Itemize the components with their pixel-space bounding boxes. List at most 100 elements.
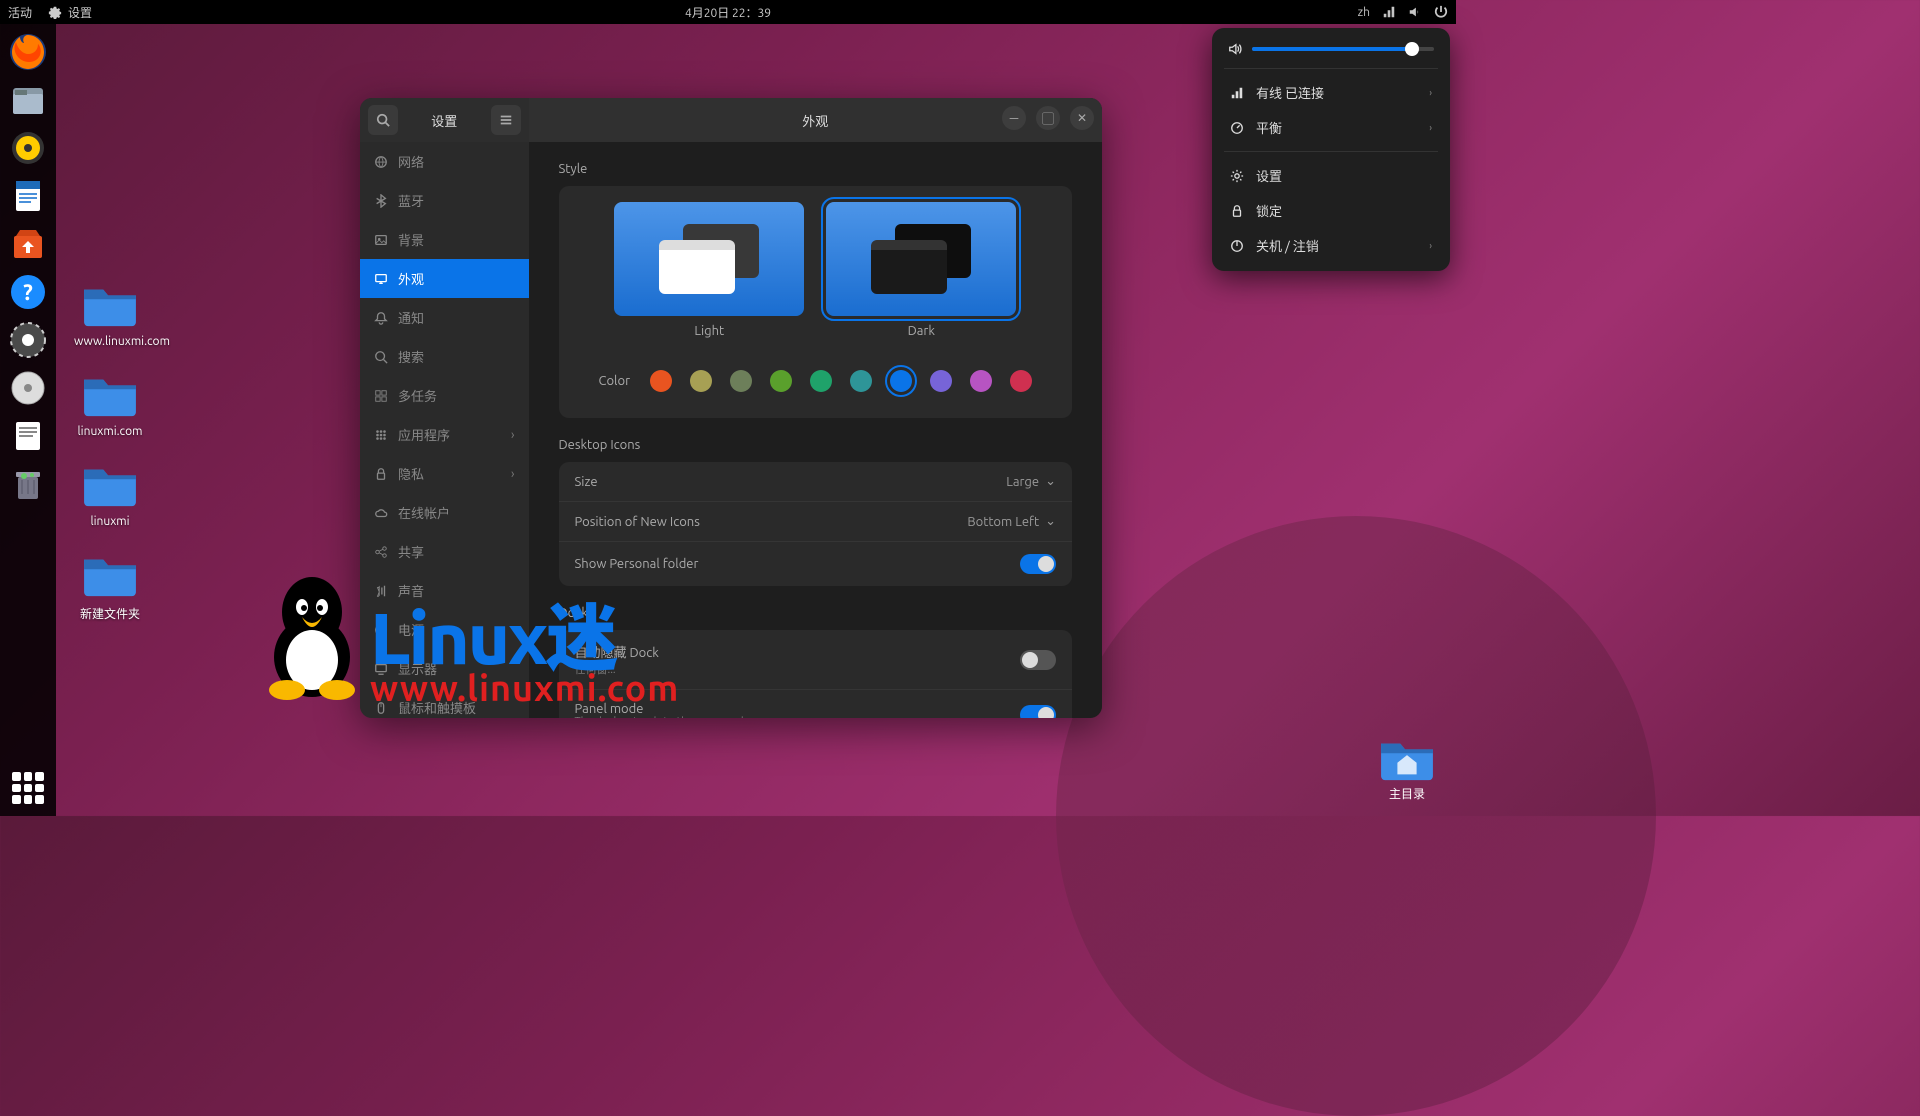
style-dark-option[interactable]: Dark [826, 202, 1016, 338]
desktop-folder[interactable]: 新建文件夹 [74, 550, 146, 622]
desktop-folder[interactable]: www.linuxmi.com [74, 280, 146, 348]
chevron-right-icon: › [1429, 240, 1432, 251]
personal-folder-label: Show Personal folder [575, 557, 699, 571]
lock-icon [374, 467, 388, 481]
panel-mode-label: Panel mode [575, 702, 759, 716]
color-swatch[interactable] [970, 370, 992, 392]
svg-text:?: ? [23, 280, 33, 305]
sidebar-item-monitor[interactable]: 显示器 [360, 649, 529, 688]
hamburger-button[interactable] [491, 105, 521, 135]
dock-software[interactable] [6, 222, 50, 266]
autohide-toggle[interactable] [1020, 650, 1056, 670]
app-indicator[interactable]: 设置 [48, 4, 92, 21]
color-swatch[interactable] [810, 370, 832, 392]
desktop-folder[interactable]: linuxmi.com [74, 370, 146, 438]
sidebar-item-sound[interactable]: 声音 [360, 571, 529, 610]
color-swatch[interactable] [650, 370, 672, 392]
dock-heading: Dock [559, 606, 1073, 620]
sidebar-item-image[interactable]: 背景 [360, 220, 529, 259]
dock-firefox[interactable] [6, 30, 50, 74]
sidebar-item-search[interactable]: 搜索 [360, 337, 529, 376]
clock[interactable]: 4月20日 22：39 [685, 4, 771, 21]
color-label: Color [599, 374, 631, 388]
panel-mode-toggle[interactable] [1020, 705, 1056, 718]
sidebar-item-cloud[interactable]: 在线帐户 [360, 493, 529, 532]
color-swatch[interactable] [730, 370, 752, 392]
apps-icon [374, 428, 388, 442]
chevron-right-icon: › [1429, 122, 1432, 133]
volume-icon[interactable] [1408, 5, 1422, 19]
search-icon [374, 350, 388, 364]
volume-icon [1228, 42, 1242, 56]
color-swatch[interactable] [850, 370, 872, 392]
style-light-option[interactable]: Light [614, 202, 804, 338]
power-icon [374, 623, 388, 637]
share-icon [374, 545, 388, 559]
ime-indicator[interactable]: zh [1358, 6, 1370, 19]
power-icon[interactable] [1434, 5, 1448, 19]
network-icon [1230, 86, 1244, 100]
dock-rhythmbox[interactable] [6, 126, 50, 170]
sidebar-item-multitask[interactable]: 多任务 [360, 376, 529, 415]
dock-writer[interactable] [6, 174, 50, 218]
sidebar-item-power[interactable]: 电源 [360, 610, 529, 649]
mouse-icon [374, 701, 388, 715]
sidebar-item-bluetooth[interactable]: 蓝牙 [360, 181, 529, 220]
settings-main: 外观 － ▢ ✕ Style Light Dark [529, 98, 1103, 718]
home-folder[interactable]: 主目录 [1378, 734, 1436, 802]
size-label: Size [575, 475, 598, 489]
autohide-label: 自动隐藏 Dock [575, 642, 659, 661]
color-swatch[interactable] [930, 370, 952, 392]
globe-icon [374, 155, 388, 169]
dock-texteditor[interactable] [6, 414, 50, 458]
minimize-button[interactable]: － [1002, 106, 1026, 130]
close-button[interactable]: ✕ [1070, 106, 1094, 130]
show-apps-button[interactable] [12, 772, 44, 804]
chevron-right-icon: › [511, 428, 515, 442]
sidebar-item-globe[interactable]: 网络 [360, 142, 529, 181]
dock-trash[interactable] [6, 462, 50, 506]
chevron-right-icon: › [1429, 87, 1432, 98]
color-swatch[interactable] [690, 370, 712, 392]
chevron-right-icon: › [511, 467, 515, 481]
color-swatch[interactable] [890, 370, 912, 392]
sidebar-item-display[interactable]: 外观 [360, 259, 529, 298]
network-icon[interactable] [1382, 5, 1396, 19]
dock-files[interactable] [6, 78, 50, 122]
power-icon [1230, 239, 1244, 253]
sidebar-item-apps[interactable]: 应用程序› [360, 415, 529, 454]
size-dropdown[interactable]: Large⌄ [1006, 474, 1056, 489]
desktop-folder[interactable]: linuxmi [74, 460, 146, 528]
maximize-button[interactable]: ▢ [1036, 106, 1060, 130]
bluetooth-icon [374, 194, 388, 208]
menu-item-gear[interactable]: 设置 [1220, 158, 1442, 193]
activities-button[interactable]: 活动 [8, 4, 32, 21]
color-swatch[interactable] [1010, 370, 1032, 392]
menu-item-gauge[interactable]: 平衡› [1220, 110, 1442, 145]
chevron-down-icon: ⌄ [1045, 474, 1056, 489]
menu-item-power[interactable]: 关机 / 注销› [1220, 228, 1442, 263]
color-swatch[interactable] [770, 370, 792, 392]
sidebar-title: 设置 [398, 111, 491, 130]
position-dropdown[interactable]: Bottom Left⌄ [967, 514, 1056, 529]
tux-icon [252, 572, 372, 702]
search-button[interactable] [368, 105, 398, 135]
dock-help[interactable]: ? [6, 270, 50, 314]
desktop-icons-heading: Desktop Icons [559, 438, 1073, 452]
position-label: Position of New Icons [575, 515, 700, 529]
gauge-icon [1230, 121, 1244, 135]
menu-item-lock[interactable]: 锁定 [1220, 193, 1442, 228]
dock: ? [0, 24, 56, 816]
topbar: 活动 设置 4月20日 22：39 zh [0, 0, 1456, 24]
menu-item-network[interactable]: 有线 已连接› [1220, 75, 1442, 110]
personal-folder-toggle[interactable] [1020, 554, 1056, 574]
gear-icon [48, 5, 62, 19]
dock-disc[interactable] [6, 366, 50, 410]
sidebar-item-bell[interactable]: 通知 [360, 298, 529, 337]
sidebar-item-mouse[interactable]: 鼠标和触摸板 [360, 688, 529, 718]
sidebar-item-lock[interactable]: 隐私› [360, 454, 529, 493]
volume-slider[interactable] [1252, 47, 1434, 51]
style-heading: Style [559, 162, 1073, 176]
dock-settings[interactable] [6, 318, 50, 362]
sidebar-item-share[interactable]: 共享 [360, 532, 529, 571]
